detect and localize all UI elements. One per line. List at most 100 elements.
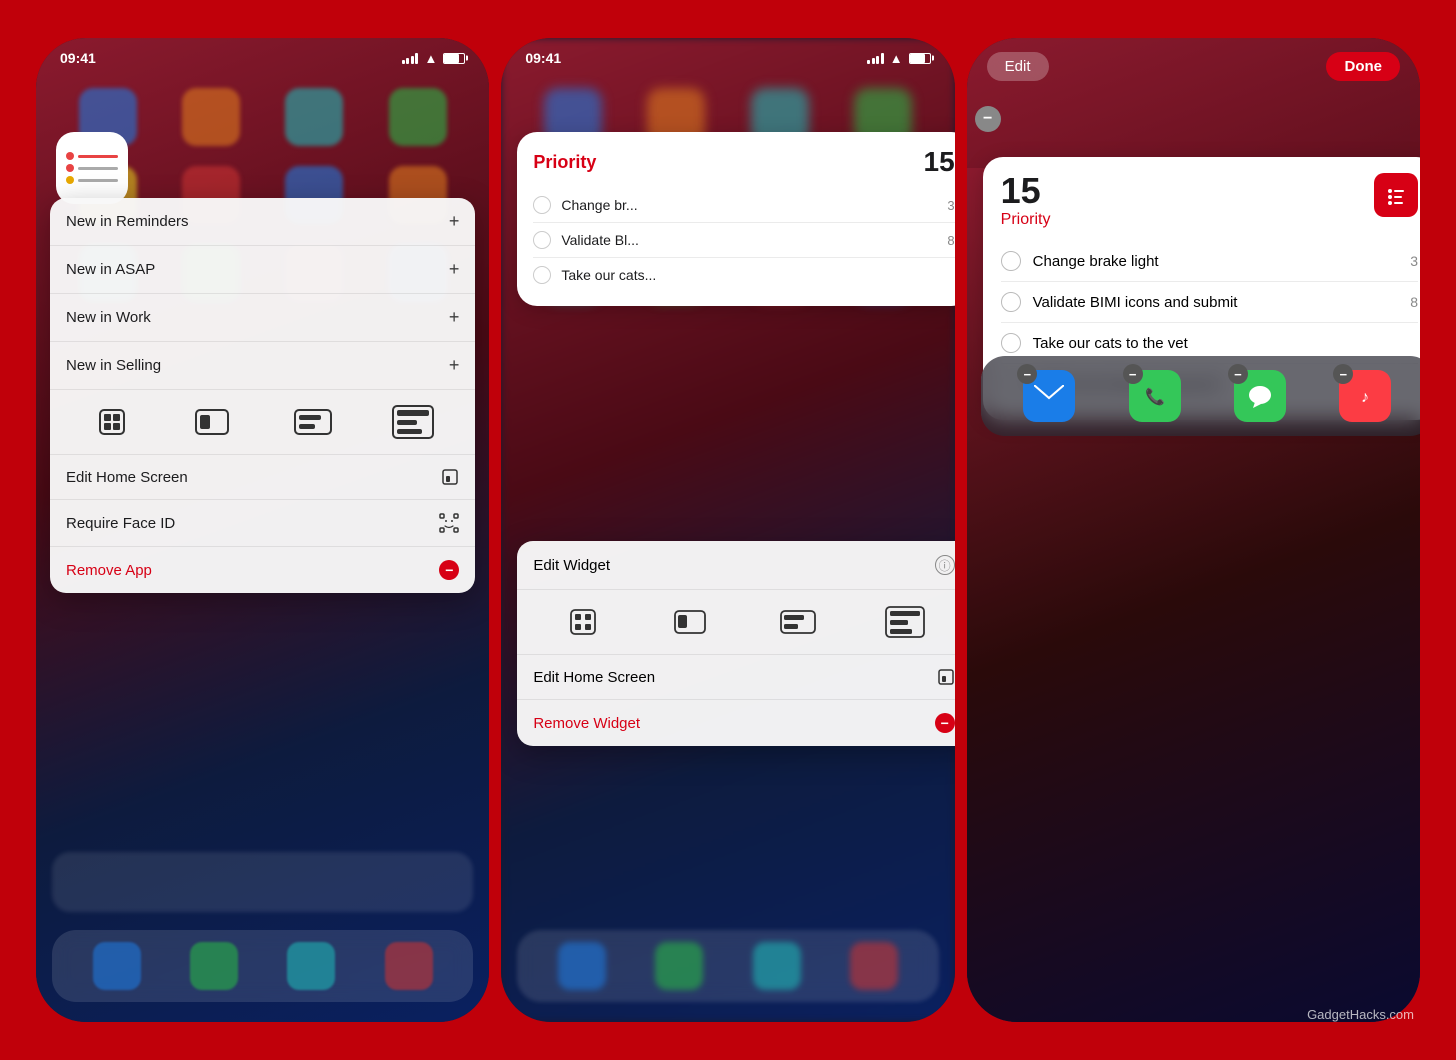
music-note-icon: ♪: [1350, 382, 1380, 410]
add-icon-reminders: +: [449, 211, 460, 232]
menu-item-faceid[interactable]: Require Face ID: [50, 500, 475, 547]
reminders-app-icon[interactable]: [56, 132, 128, 204]
panel2-phone: 09:41 ▲ Priority 15: [501, 38, 954, 1022]
reminders-widget-icon: [1382, 181, 1410, 209]
status-bar-2: 09:41 ▲: [501, 38, 954, 72]
dock-item-music[interactable]: − ♪: [1339, 370, 1391, 422]
menu-label-work: New in Work: [66, 309, 151, 326]
remove-widget-label: Remove Widget: [533, 715, 640, 732]
remove-widget-badge[interactable]: −: [975, 106, 1001, 132]
dock-item-phone[interactable]: − 📞: [1129, 370, 1181, 422]
time-1: 09:41: [60, 50, 96, 66]
menu-label-selling: New in Selling: [66, 357, 161, 374]
edit-home-label: Edit Home Screen: [533, 669, 655, 686]
wifi-icon-2: ▲: [890, 51, 903, 66]
pw-title-count-group: 15 Priority: [1001, 173, 1051, 229]
done-button[interactable]: Done: [1326, 52, 1400, 81]
menu-item-work[interactable]: New in Work +: [50, 294, 475, 342]
task-label-2: Validate Bl...: [561, 232, 937, 248]
ws-medium-2[interactable]: [668, 600, 712, 644]
pw-title: Priority: [1001, 211, 1051, 229]
status-icons-2: ▲: [867, 51, 930, 66]
ws-small-2[interactable]: [561, 600, 605, 644]
widget-size-row-2: [517, 590, 954, 655]
ws-xl-2[interactable]: [883, 600, 927, 644]
page-dot-2: [1190, 265, 1197, 272]
remove-app-icon: −: [439, 560, 459, 580]
edit-widget-label: Edit Widget: [533, 557, 610, 574]
context-menu: New in Reminders + New in ASAP + New in …: [50, 198, 475, 593]
task-circle-2: [533, 231, 551, 249]
remove-widget-item[interactable]: Remove Widget −: [517, 700, 954, 746]
page-dots: [967, 265, 1420, 272]
menu-item-remove-app[interactable]: Remove App −: [50, 547, 475, 593]
edit-button[interactable]: Edit: [987, 52, 1049, 81]
faceid-icon: [439, 513, 459, 533]
widget-size-large[interactable]: [291, 400, 335, 444]
dock-panel2: [517, 930, 938, 1002]
remove-widget-icon: −: [935, 713, 955, 733]
battery-icon-2: [909, 53, 931, 64]
menu-label-faceid: Require Face ID: [66, 515, 175, 532]
pw-circle-2: [1001, 292, 1021, 312]
messages-bubble-icon: [1245, 382, 1275, 410]
status-bar-1: 09:41 ▲: [36, 38, 489, 72]
add-icon-asap: +: [449, 259, 460, 280]
menu-item-asap[interactable]: New in ASAP +: [50, 246, 475, 294]
menu-label-edit-home: Edit Home Screen: [66, 469, 188, 486]
menu-label-remove-app: Remove App: [66, 562, 152, 579]
pw-app-icon: [1374, 173, 1418, 217]
dock-panel1: [52, 930, 473, 1002]
add-icon-work: +: [449, 307, 460, 328]
battery-icon-1: [443, 53, 465, 64]
widget-size-small[interactable]: [90, 400, 134, 444]
info-icon: ⓘ: [935, 555, 955, 575]
pw-header: 15 Priority: [1001, 173, 1418, 229]
widget-size-xl[interactable]: [391, 400, 435, 444]
task-count-2: 8: [947, 233, 954, 248]
task-label-3: Take our cats...: [561, 267, 944, 283]
outer-frame: GadgetHacks.com: [18, 20, 1438, 1040]
home-screen-icon: [937, 668, 955, 686]
ws-large-2[interactable]: [776, 600, 820, 644]
priority-header: Priority 15: [533, 146, 954, 178]
pw-task-2: Validate BIMI icons and submit 8: [1001, 282, 1418, 323]
svg-text:📞: 📞: [1145, 386, 1165, 406]
page-dot-3: [1203, 265, 1210, 272]
task-label-1: Change br...: [561, 197, 937, 213]
pw-task-label-3: Take our cats to the vet: [1033, 335, 1406, 352]
panel1-phone: 09:41 ▲: [36, 38, 489, 1022]
remove-phone-badge[interactable]: −: [1123, 364, 1143, 384]
dock-item-messages[interactable]: −: [1234, 370, 1286, 422]
task-count-1: 3: [947, 198, 954, 213]
menu-item-selling[interactable]: New in Selling +: [50, 342, 475, 390]
task-circle-3: [533, 266, 551, 284]
dock-item-mail[interactable]: −: [1023, 370, 1075, 422]
priority-task-2: Validate Bl... 8: [533, 223, 954, 258]
add-icon-selling: +: [449, 355, 460, 376]
priority-widget[interactable]: Priority 15 Change br... 3 Validate Bl..…: [517, 132, 954, 306]
pw-circle-3: [1001, 333, 1021, 353]
dock-panel3: − − 📞 −: [981, 356, 1420, 436]
edit-home-screen-item[interactable]: Edit Home Screen: [517, 655, 954, 700]
phone-handset-icon: 📞: [1142, 383, 1168, 409]
menu-label-asap: New in ASAP: [66, 261, 155, 278]
pw-task-label-2: Validate BIMI icons and submit: [1033, 294, 1399, 311]
status-icons-1: ▲: [402, 51, 465, 66]
menu-item-reminders[interactable]: New in Reminders +: [50, 198, 475, 246]
edit-widget-item[interactable]: Edit Widget ⓘ: [517, 541, 954, 590]
widget-size-row: [50, 390, 475, 455]
priority-task-3: Take our cats...: [533, 258, 954, 292]
remove-messages-badge[interactable]: −: [1228, 364, 1248, 384]
edit-bar: Edit Done: [967, 38, 1420, 87]
priority-title: Priority: [533, 152, 596, 173]
menu-item-edit-home[interactable]: Edit Home Screen: [50, 455, 475, 500]
priority-task-1: Change br... 3: [533, 188, 954, 223]
signal-icon-1: [402, 53, 419, 64]
priority-count: 15: [924, 146, 955, 178]
widget-size-medium[interactable]: [190, 400, 234, 444]
task-circle-1: [533, 196, 551, 214]
svg-text:♪: ♪: [1361, 389, 1369, 406]
page-dot-1: [1177, 265, 1184, 272]
signal-icon-2: [867, 53, 884, 64]
